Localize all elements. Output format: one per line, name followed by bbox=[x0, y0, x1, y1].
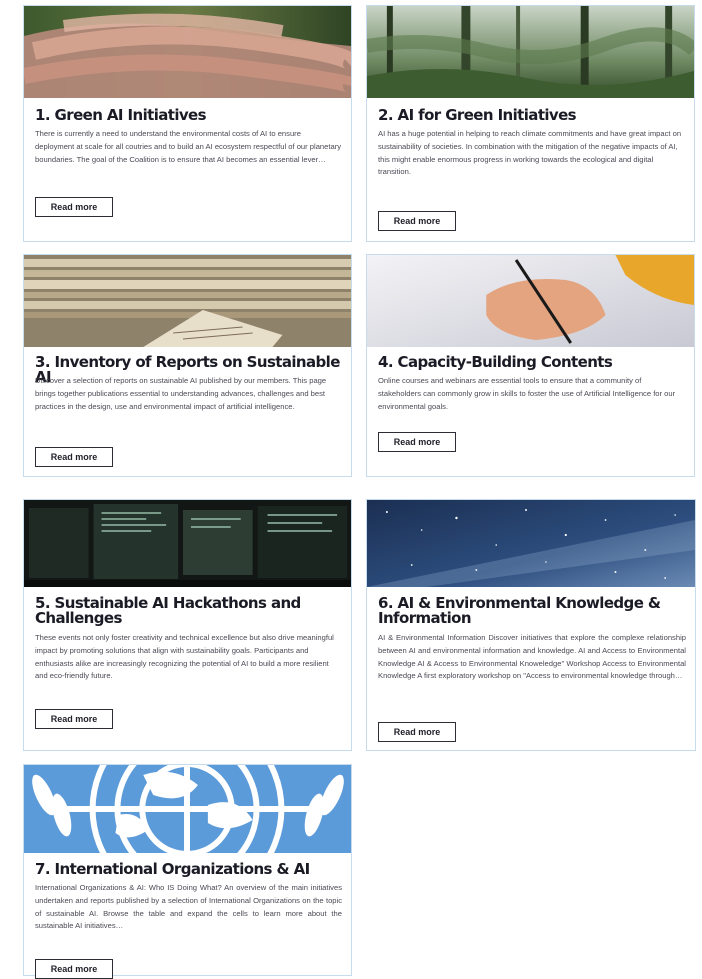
read-more-button[interactable]: Read more bbox=[35, 197, 113, 217]
un-emblem bbox=[24, 765, 351, 853]
card-description: These events not only foster creativity … bbox=[35, 633, 334, 681]
card-green-ai-initiatives: 1. Green AI Initiatives There is current… bbox=[23, 5, 352, 242]
card-title: 2. AI for Green Initiatives bbox=[378, 106, 577, 124]
card-description: AI has a huge potential in helping to re… bbox=[378, 129, 682, 177]
card-title: 5. Sustainable AI Hackathons and Challen… bbox=[35, 594, 301, 627]
card-description: Discover a selection of reports on susta… bbox=[35, 376, 327, 411]
card-inventory-of-reports: 3. Inventory of Reports on Sustainable A… bbox=[23, 254, 352, 477]
read-more-button[interactable]: Read more bbox=[35, 447, 113, 467]
card-ai-for-green-initiatives: 2. AI for Green Initiatives AI has a hug… bbox=[366, 5, 695, 242]
hand-writing-photo bbox=[367, 255, 694, 347]
card-title: 4. Capacity-Building Contents bbox=[378, 353, 613, 371]
card-capacity-building: 4. Capacity-Building Contents Online cou… bbox=[366, 254, 695, 477]
card-title: 1. Green AI Initiatives bbox=[35, 106, 207, 124]
card-international-organizations: 7. International Organizations & AI Inte… bbox=[23, 764, 352, 979]
card-hackathons-challenges: 5. Sustainable AI Hackathons and Challen… bbox=[23, 499, 352, 751]
read-more-button[interactable]: Read more bbox=[378, 211, 456, 231]
code-screens-photo bbox=[24, 500, 351, 587]
card-title: 7. International Organizations & AI bbox=[35, 860, 310, 878]
card-description: AI & Environmental Information Discover … bbox=[378, 633, 686, 681]
read-more-button[interactable]: Read more bbox=[35, 959, 113, 979]
card-description: There is currently a need to understand … bbox=[35, 129, 342, 164]
hands-together-photo bbox=[24, 6, 351, 98]
starry-sky-photo bbox=[367, 500, 695, 587]
card-description: Online courses and webinars are essentia… bbox=[378, 376, 676, 411]
read-more-button[interactable]: Read more bbox=[378, 432, 456, 452]
misty-forest-photo bbox=[367, 6, 694, 98]
card-description: International Organizations & AI: Who IS… bbox=[35, 883, 342, 931]
card-environmental-knowledge: 6. AI & Environmental Knowledge & Inform… bbox=[366, 499, 696, 751]
read-more-button[interactable]: Read more bbox=[378, 722, 456, 742]
paper-stack-photo bbox=[24, 255, 351, 347]
read-more-button[interactable]: Read more bbox=[35, 709, 113, 729]
card-title: 6. AI & Environmental Knowledge & Inform… bbox=[378, 594, 661, 627]
